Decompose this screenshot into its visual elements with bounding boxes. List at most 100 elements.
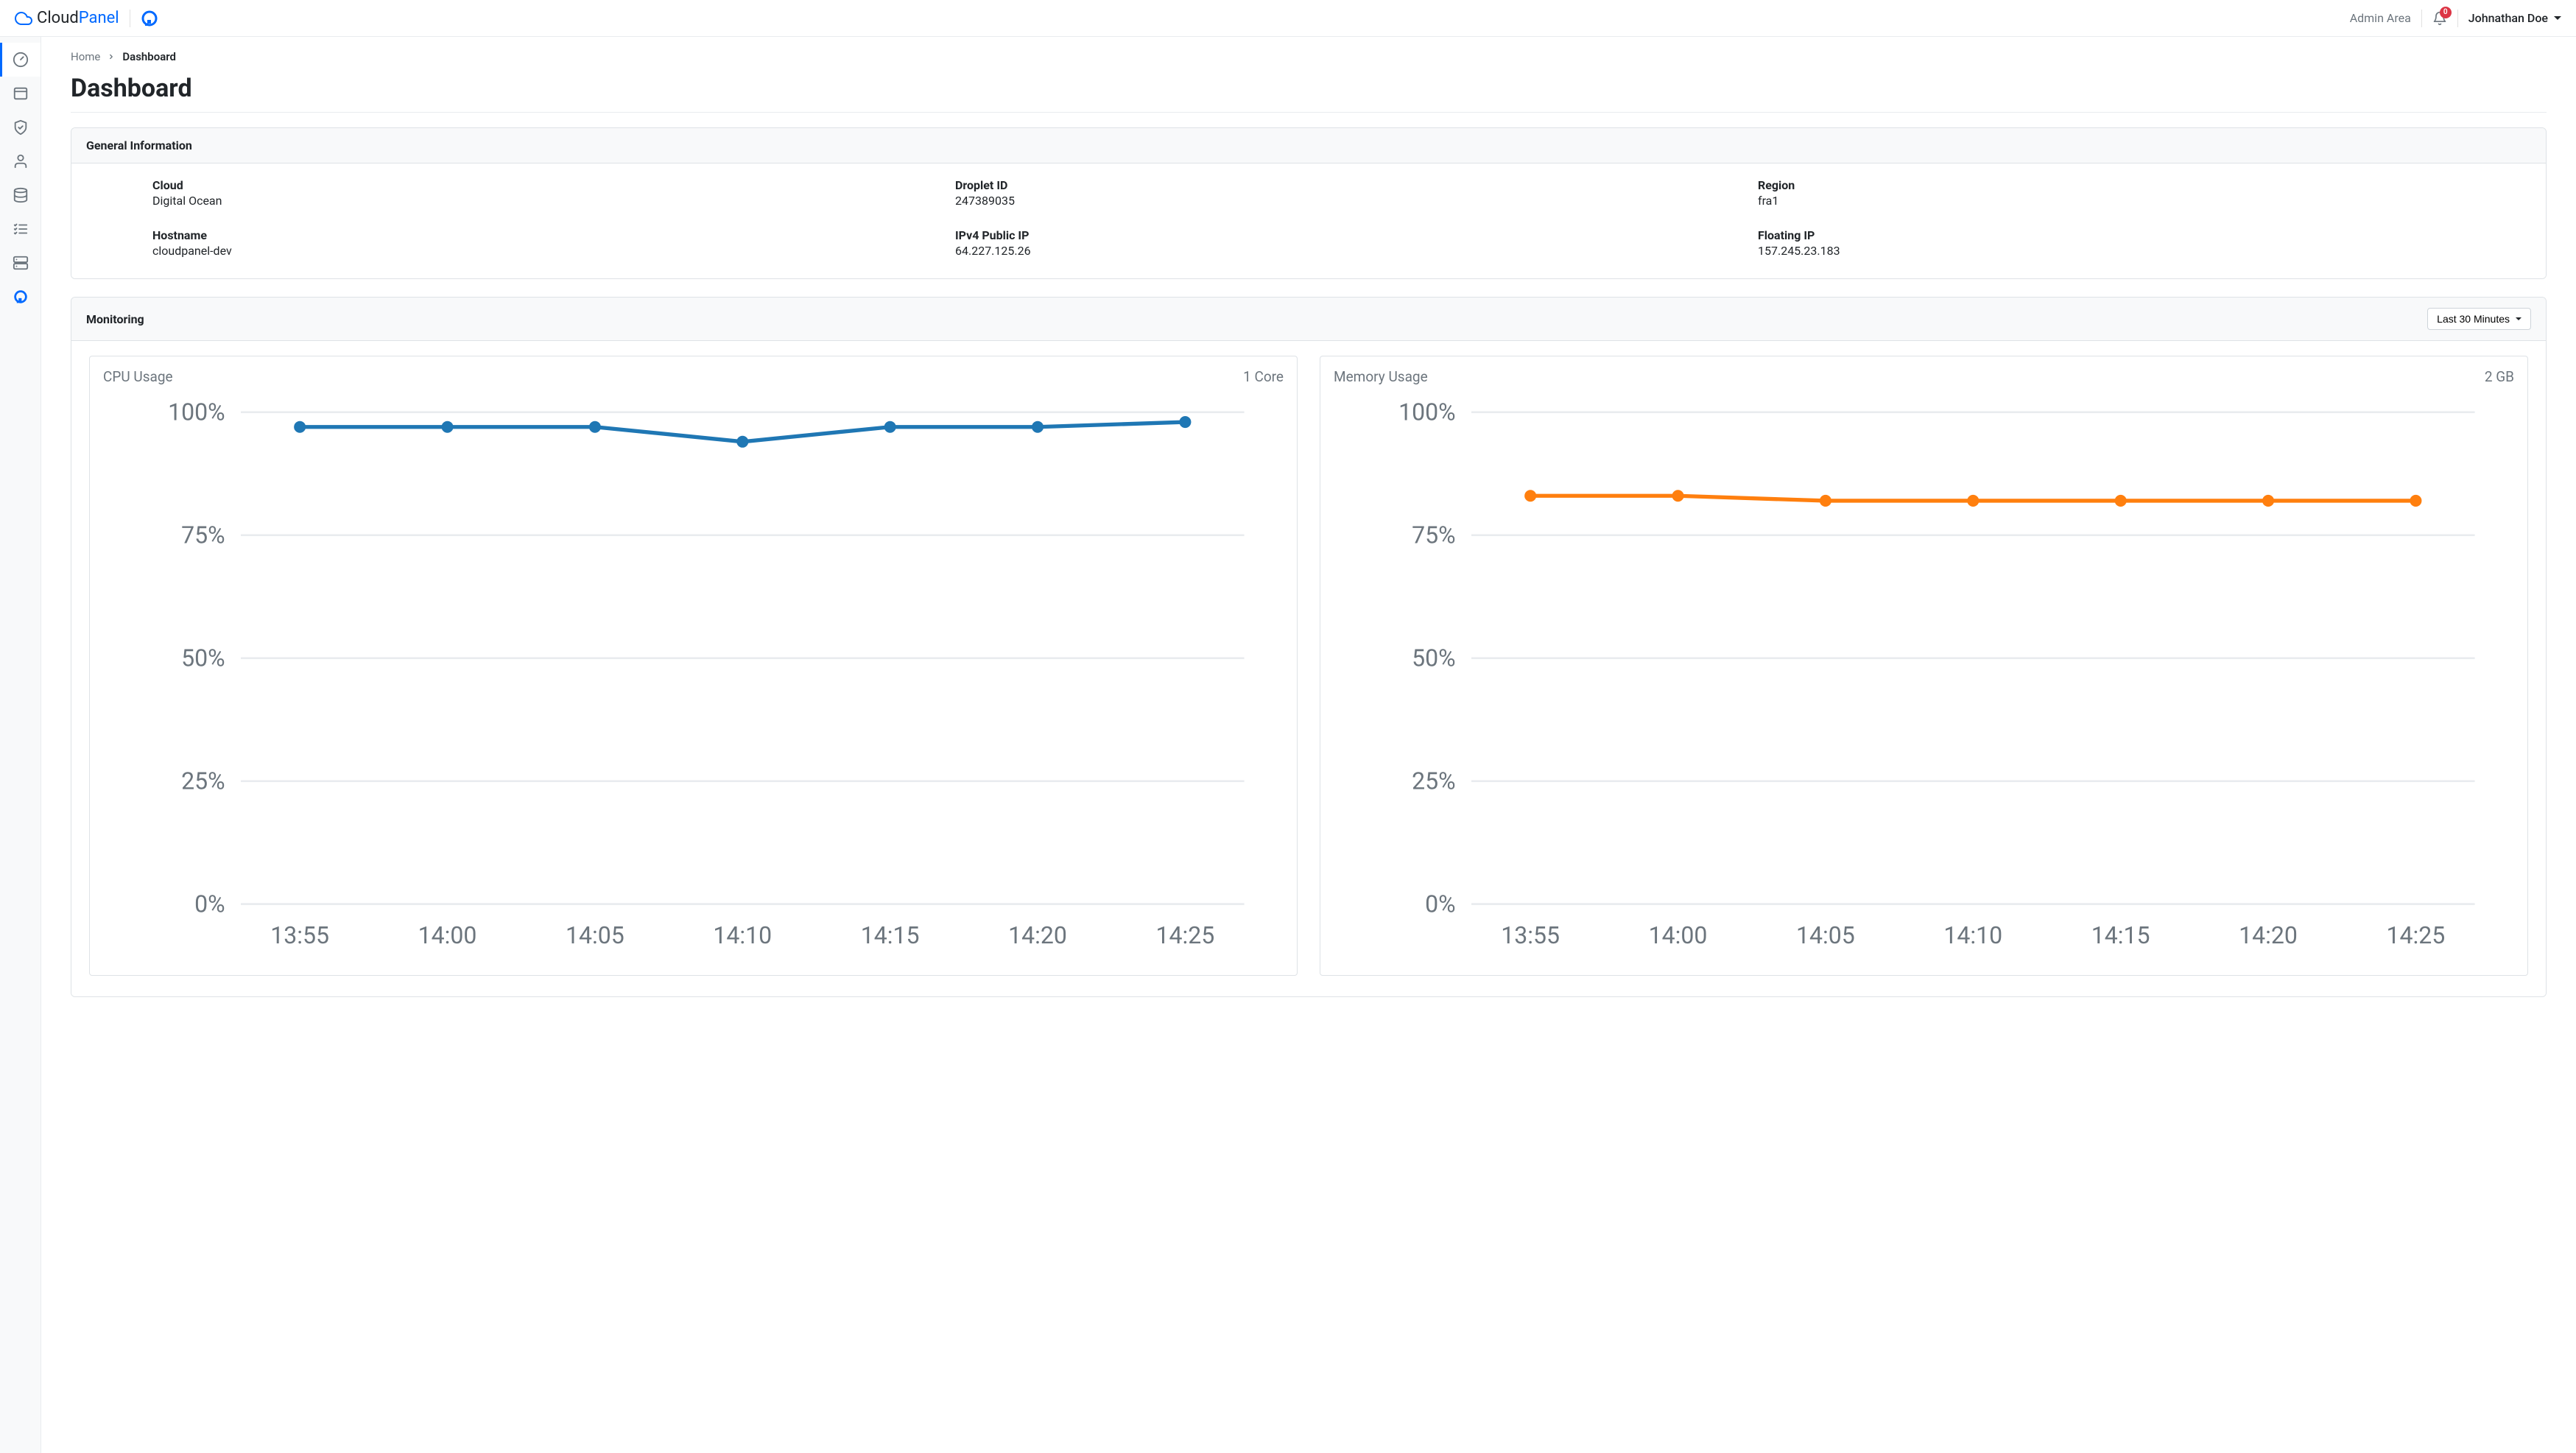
memory-chart-subtitle: 2 GB bbox=[2485, 368, 2514, 385]
info-item-ipv4: IPv4 Public IP 64.227.125.26 bbox=[955, 228, 1728, 258]
page-title: Dashboard bbox=[71, 74, 2547, 113]
monitoring-card: Monitoring Last 30 Minutes CPU Usage 1 C… bbox=[71, 297, 2547, 997]
svg-text:25%: 25% bbox=[181, 767, 225, 795]
cpu-chart-card: CPU Usage 1 Core 0% 25% 50% 75% 100% 13:55 14:… bbox=[89, 356, 1298, 976]
svg-text:14:00: 14:00 bbox=[1649, 921, 1708, 949]
memory-chart-head: Memory Usage 2 GB bbox=[1334, 368, 2514, 385]
svg-text:0%: 0% bbox=[1425, 890, 1455, 918]
general-info-header: General Information bbox=[71, 128, 2546, 163]
info-item-floating-ip: Floating IP 157.245.23.183 bbox=[1758, 228, 2531, 258]
database-icon bbox=[13, 187, 29, 203]
server-icon bbox=[13, 255, 29, 271]
memory-chart-title: Memory Usage bbox=[1334, 368, 1428, 385]
info-label: Cloud bbox=[152, 178, 926, 192]
svg-text:100%: 100% bbox=[168, 398, 225, 426]
svg-text:14:15: 14:15 bbox=[861, 921, 920, 949]
breadcrumb-home[interactable]: Home bbox=[71, 50, 100, 63]
svg-text:13:55: 13:55 bbox=[1501, 921, 1560, 949]
chevron-right-icon bbox=[108, 50, 115, 63]
sidebar-item-services[interactable] bbox=[0, 246, 41, 280]
chevron-down-icon bbox=[2516, 317, 2522, 320]
sidebar-item-cron[interactable] bbox=[0, 212, 41, 246]
window-icon bbox=[13, 85, 29, 102]
topbar-left: CloudPanel bbox=[15, 9, 158, 27]
monitoring-body: CPU Usage 1 Core 0% 25% 50% 75% 100% 13:55 14:… bbox=[71, 341, 2546, 996]
svg-text:14:25: 14:25 bbox=[1156, 921, 1215, 949]
svg-text:14:10: 14:10 bbox=[1943, 921, 2002, 949]
info-label: Region bbox=[1758, 178, 2531, 192]
monitoring-title: Monitoring bbox=[86, 312, 144, 326]
info-value: 247389035 bbox=[955, 194, 1728, 208]
info-value: Digital Ocean bbox=[152, 194, 926, 208]
sidebar-item-digitalocean[interactable] bbox=[0, 280, 41, 314]
cloud-logo-icon bbox=[15, 10, 32, 27]
notification-badge: 0 bbox=[2440, 7, 2452, 18]
user-icon bbox=[13, 153, 29, 169]
logo[interactable]: CloudPanel bbox=[15, 9, 119, 27]
shield-icon bbox=[13, 119, 29, 136]
list-check-icon bbox=[13, 221, 29, 237]
sidebar bbox=[0, 37, 41, 1453]
info-item-cloud: Cloud Digital Ocean bbox=[152, 178, 926, 208]
info-item-droplet-id: Droplet ID 247389035 bbox=[955, 178, 1728, 208]
monitoring-header: Monitoring Last 30 Minutes bbox=[71, 298, 2546, 341]
breadcrumb-current: Dashboard bbox=[122, 50, 176, 63]
svg-text:14:15: 14:15 bbox=[2091, 921, 2150, 949]
general-info-card: General Information Cloud Digital Ocean … bbox=[71, 127, 2547, 279]
general-info-title: General Information bbox=[86, 138, 192, 152]
sidebar-item-databases[interactable] bbox=[0, 178, 41, 212]
svg-text:25%: 25% bbox=[1412, 767, 1456, 795]
svg-text:14:10: 14:10 bbox=[713, 921, 772, 949]
sidebar-item-dashboard[interactable] bbox=[0, 43, 41, 77]
info-label: Droplet ID bbox=[955, 178, 1728, 192]
gauge-icon bbox=[13, 52, 29, 68]
info-grid: Cloud Digital Ocean Droplet ID 247389035… bbox=[86, 178, 2531, 258]
logo-text-panel: Panel bbox=[79, 9, 119, 27]
svg-text:75%: 75% bbox=[181, 521, 225, 549]
svg-text:75%: 75% bbox=[1412, 521, 1456, 549]
digitalocean-icon bbox=[13, 289, 29, 305]
sidebar-item-security[interactable] bbox=[0, 110, 41, 144]
divider bbox=[2457, 10, 2458, 27]
cpu-chart-subtitle: 1 Core bbox=[1243, 368, 1284, 385]
topbar: CloudPanel Admin Area 0 Johnathan Doe bbox=[0, 0, 2576, 37]
user-name: Johnathan Doe bbox=[2468, 11, 2548, 25]
digitalocean-logo-icon[interactable] bbox=[141, 10, 158, 27]
layout: Home Dashboard Dashboard General Informa… bbox=[0, 37, 2576, 1453]
info-label: Hostname bbox=[152, 228, 926, 242]
cpu-chart: 0%25%50%75%100%13:5514:0014:0514:1014:15… bbox=[103, 393, 1284, 963]
info-value: fra1 bbox=[1758, 194, 2531, 208]
info-value: cloudpanel-dev bbox=[152, 244, 926, 258]
breadcrumb: Home Dashboard bbox=[71, 50, 2547, 63]
user-menu[interactable]: Johnathan Doe bbox=[2468, 11, 2561, 25]
general-info-body: Cloud Digital Ocean Droplet ID 247389035… bbox=[71, 163, 2546, 278]
memory-chart-card: Memory Usage 2 GB 0% 25% 50% 75% 100% 13:55 14… bbox=[1320, 356, 2528, 976]
svg-text:100%: 100% bbox=[1398, 398, 1456, 426]
chevron-down-icon bbox=[2554, 16, 2561, 20]
svg-text:50%: 50% bbox=[1412, 644, 1456, 672]
info-label: IPv4 Public IP bbox=[955, 228, 1728, 242]
sidebar-item-sites[interactable] bbox=[0, 77, 41, 110]
logo-text-cloud: Cloud bbox=[37, 9, 79, 27]
admin-area-link[interactable]: Admin Area bbox=[2350, 11, 2411, 25]
svg-text:50%: 50% bbox=[181, 644, 225, 672]
svg-text:14:05: 14:05 bbox=[1796, 921, 1855, 949]
svg-text:14:20: 14:20 bbox=[1008, 921, 1067, 949]
svg-text:14:25: 14:25 bbox=[2387, 921, 2446, 949]
info-label: Floating IP bbox=[1758, 228, 2531, 242]
time-range-selected: Last 30 Minutes bbox=[2437, 313, 2510, 325]
topbar-right: Admin Area 0 Johnathan Doe bbox=[2350, 10, 2561, 27]
notifications-button[interactable]: 0 bbox=[2432, 11, 2447, 26]
memory-chart: 0% 25% 50% 75% 100% 13:55 14:00 14:05 14:10 14:15… bbox=[1334, 393, 2514, 963]
info-value: 157.245.23.183 bbox=[1758, 244, 2531, 258]
info-value: 64.227.125.26 bbox=[955, 244, 1728, 258]
svg-text:14:20: 14:20 bbox=[2239, 921, 2298, 949]
cpu-chart-head: CPU Usage 1 Core bbox=[103, 368, 1284, 385]
logo-text: CloudPanel bbox=[37, 9, 119, 27]
time-range-dropdown[interactable]: Last 30 Minutes bbox=[2427, 308, 2531, 330]
svg-text:0%: 0% bbox=[194, 890, 225, 918]
charts-row: CPU Usage 1 Core 0% 25% 50% 75% 100% 13:55 14:… bbox=[86, 356, 2531, 976]
sidebar-item-users[interactable] bbox=[0, 144, 41, 178]
info-item-region: Region fra1 bbox=[1758, 178, 2531, 208]
svg-text:13:55: 13:55 bbox=[270, 921, 329, 949]
